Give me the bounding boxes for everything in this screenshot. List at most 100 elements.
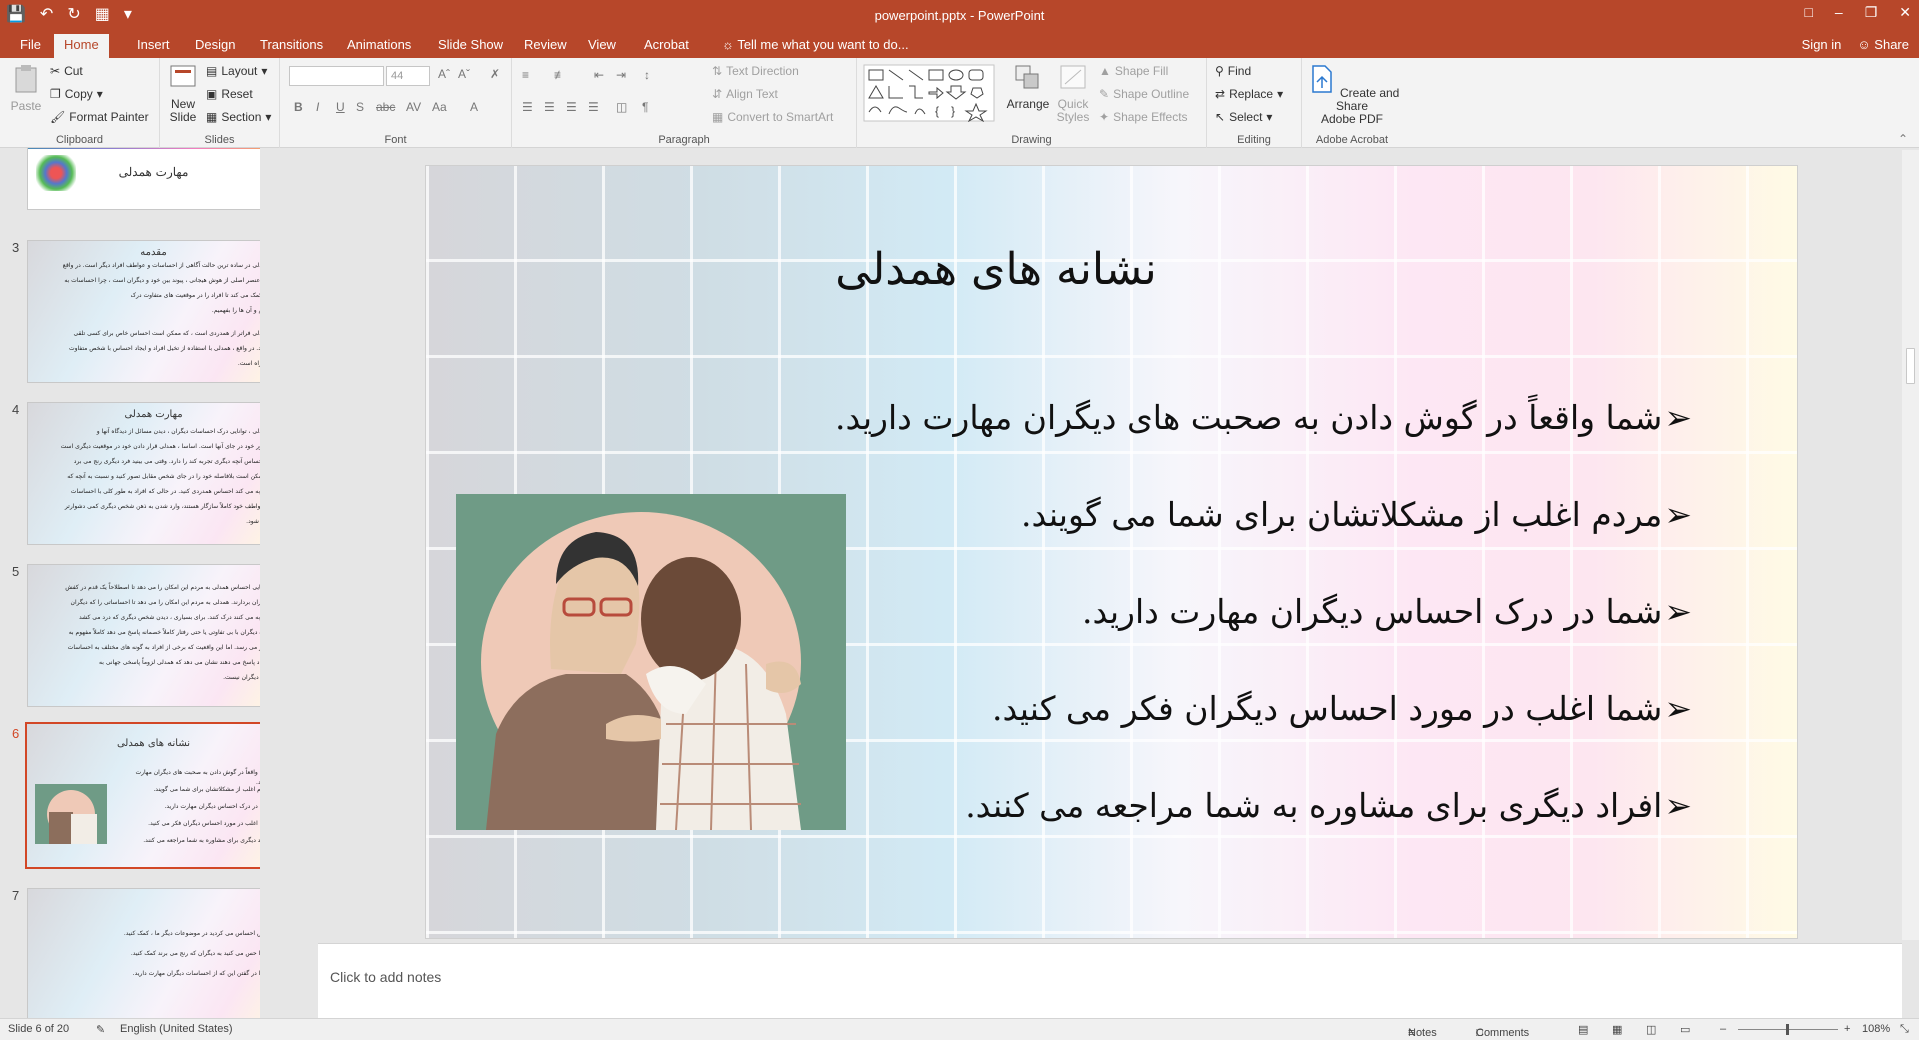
font-color-icon[interactable]: A xyxy=(470,100,478,114)
thumbnail-line: شما اغلب در مورد احساس دیگران فکر می کنی… xyxy=(148,820,260,827)
spellcheck-icon[interactable]: ✎ xyxy=(96,1023,105,1036)
clear-formatting-icon[interactable]: ✗ xyxy=(490,67,500,81)
tab-home[interactable]: Home xyxy=(54,34,109,58)
thumbnail-line: ما کمک می کند تا افراد را در موقعیت های … xyxy=(130,292,260,299)
replace-button[interactable]: ⇄ Replace ▾ xyxy=(1215,87,1283,101)
tab-animations[interactable]: Animations xyxy=(337,34,421,58)
tab-file[interactable]: File xyxy=(10,34,51,58)
font-size-combo[interactable]: 44 xyxy=(386,66,430,86)
language-indicator[interactable]: English (United States) xyxy=(120,1023,233,1035)
slide-thumbnail-5[interactable]: توانایی احساس همدلی به مردم این امکان را… xyxy=(27,564,260,707)
align-center-icon[interactable]: ☰ xyxy=(544,100,555,114)
italic-icon[interactable]: I xyxy=(316,100,319,114)
close-icon[interactable]: ✕ xyxy=(1899,4,1911,21)
tab-view[interactable]: View xyxy=(578,34,626,58)
zoom-in-icon[interactable]: + xyxy=(1844,1023,1850,1035)
select-button[interactable]: ↖ Select ▾ xyxy=(1215,110,1272,124)
shrink-font-icon[interactable]: Aˇ xyxy=(458,67,470,81)
find-button[interactable]: ⚲ Find xyxy=(1215,64,1251,78)
share-button[interactable]: ☺ Share xyxy=(1857,34,1909,56)
zoom-slider-handle[interactable] xyxy=(1786,1024,1789,1035)
tab-review[interactable]: Review xyxy=(514,34,577,58)
collapse-ribbon-icon[interactable]: ⌃ xyxy=(1898,132,1908,146)
normal-view-icon[interactable]: ▤ xyxy=(1578,1023,1588,1036)
zoom-out-icon[interactable]: – xyxy=(1720,1023,1726,1035)
fit-to-window-icon[interactable]: ⤡ xyxy=(1900,1023,1909,1036)
cursor-icon: ↖ xyxy=(1215,110,1226,124)
grow-font-icon[interactable]: Aˆ xyxy=(438,67,450,81)
shapes-gallery[interactable]: { } xyxy=(863,64,995,122)
bold-icon[interactable]: B xyxy=(294,100,303,114)
thumbnail-line: تجربه می کنند درک کنند. برای بسیاری ، دی… xyxy=(79,614,260,621)
minimize-icon[interactable]: – xyxy=(1835,4,1843,21)
tab-transitions[interactable]: Transitions xyxy=(250,34,333,58)
bullets-icon[interactable]: ≡ xyxy=(522,68,529,82)
columns-icon[interactable]: ◫ xyxy=(616,100,627,114)
quick-styles-button[interactable]: Quick Styles xyxy=(1053,62,1093,124)
tell-me-box[interactable]: ☼ Tell me what you want to do... xyxy=(712,34,919,58)
slide-counter[interactable]: Slide 6 of 20 xyxy=(8,1023,69,1035)
decrease-indent-icon[interactable]: ⇤ xyxy=(594,68,604,82)
copy-button[interactable]: ❐ Copy ▾ xyxy=(50,87,103,101)
slide-thumbnail-2[interactable]: مهارت همدلی xyxy=(27,148,260,210)
create-share-pdf-button[interactable]: Create and Share Adobe PDF xyxy=(1304,64,1400,126)
slide-title[interactable]: نشانه های همدلی xyxy=(746,244,1246,295)
slide-scrollbar-thumb[interactable] xyxy=(1906,348,1915,384)
effects-icon: ✦ xyxy=(1099,110,1110,124)
increase-indent-icon[interactable]: ⇥ xyxy=(616,68,626,82)
shape-outline-button[interactable]: ✎ Shape Outline xyxy=(1099,87,1189,101)
char-spacing-icon[interactable]: AV xyxy=(406,100,421,114)
zoom-level[interactable]: 108% xyxy=(1862,1023,1890,1035)
slide-thumbnail-6[interactable]: نشانه های همدلی شما واقعاً در گوش دادن ب… xyxy=(25,722,260,869)
tab-insert[interactable]: Insert xyxy=(127,34,180,58)
tab-slide-show[interactable]: Slide Show xyxy=(428,34,513,58)
arrange-button[interactable]: Arrange xyxy=(1005,62,1051,111)
ribbon-display-options-icon[interactable]: □ xyxy=(1804,4,1812,21)
new-slide-button[interactable]: New Slide xyxy=(164,62,202,124)
shape-fill-button[interactable]: ▲ Shape Fill xyxy=(1099,64,1168,78)
format-painter-button[interactable]: 🖌 Format Painter xyxy=(50,110,149,124)
slideshow-view-icon[interactable]: ▭ xyxy=(1680,1023,1690,1036)
paste-button[interactable]: Paste xyxy=(6,64,46,113)
bullet-list[interactable]: ➢شما واقعاً در گوش دادن به صحبت های دیگر… xyxy=(832,398,1692,883)
underline-icon[interactable]: U xyxy=(336,100,345,114)
numbering-icon[interactable]: ≢ xyxy=(554,68,566,82)
slide-thumbnail-3[interactable]: مقدمه همدلی در ساده ترین حالت آگاهی از ا… xyxy=(27,240,260,383)
reset-button[interactable]: ▣ Reset xyxy=(206,87,253,101)
tab-design[interactable]: Design xyxy=(185,34,245,58)
shape-effects-button[interactable]: ✦ Shape Effects xyxy=(1099,110,1188,124)
reading-view-icon[interactable]: ◫ xyxy=(1646,1023,1656,1036)
sign-in-link[interactable]: Sign in xyxy=(1802,34,1842,56)
line-spacing-icon[interactable]: ↕ xyxy=(644,68,650,82)
share-label: Share xyxy=(1874,37,1909,52)
strikethrough-icon[interactable]: abc xyxy=(376,100,395,114)
align-text-button[interactable]: ⇵ Align Text xyxy=(712,87,778,101)
slide-sorter-icon[interactable]: ▦ xyxy=(1612,1023,1622,1036)
change-case-icon[interactable]: Aa xyxy=(432,100,447,114)
restore-icon[interactable]: ❐ xyxy=(1865,4,1878,21)
font-name-combo[interactable] xyxy=(289,66,384,86)
arrow-bullet-icon: ➢ xyxy=(1664,786,1692,825)
cut-button[interactable]: ✂ Cut xyxy=(50,64,83,78)
slide-thumbnail-7[interactable]: کاش احساس می کردید در موضوعات دیگر ما ، … xyxy=(27,888,260,1018)
group-label-slides: Slides xyxy=(204,134,235,146)
align-left-icon[interactable]: ☰ xyxy=(522,100,533,114)
rtl-icon[interactable]: ¶ xyxy=(642,100,648,114)
text-direction-button[interactable]: ⇅ Text Direction xyxy=(712,64,799,78)
current-slide[interactable]: نشانه های همدلی ➢شما واقعاً در گوش دادن … xyxy=(425,165,1798,939)
thumbnail-line: همدلی در ساده ترین حالت آگاهی از احساسات… xyxy=(62,262,260,269)
section-button[interactable]: ▦ Section ▾ xyxy=(206,110,271,124)
tab-acrobat[interactable]: Acrobat xyxy=(634,34,699,58)
arrange-icon xyxy=(1015,65,1039,89)
slide-thumbnail-4[interactable]: مهارت همدلی همدلی ، توانایی درک احساسات … xyxy=(27,402,260,545)
justify-icon[interactable]: ☰ xyxy=(588,100,599,114)
slide-scrollbar[interactable] xyxy=(1902,150,1919,940)
convert-smartart-button[interactable]: ▦ Convert to SmartArt xyxy=(712,110,833,124)
layout-button[interactable]: ▤ Layout ▾ xyxy=(206,64,267,78)
shadow-icon[interactable]: S xyxy=(356,100,364,114)
shape-effects-label: Shape Effects xyxy=(1113,110,1188,124)
align-right-icon[interactable]: ☰ xyxy=(566,100,577,114)
group-adobe-acrobat: Create and Share Adobe PDF Adobe Acrobat xyxy=(1302,58,1402,148)
empathy-illustration[interactable] xyxy=(456,494,846,830)
notes-pane[interactable]: Click to add notes xyxy=(318,943,1902,1018)
